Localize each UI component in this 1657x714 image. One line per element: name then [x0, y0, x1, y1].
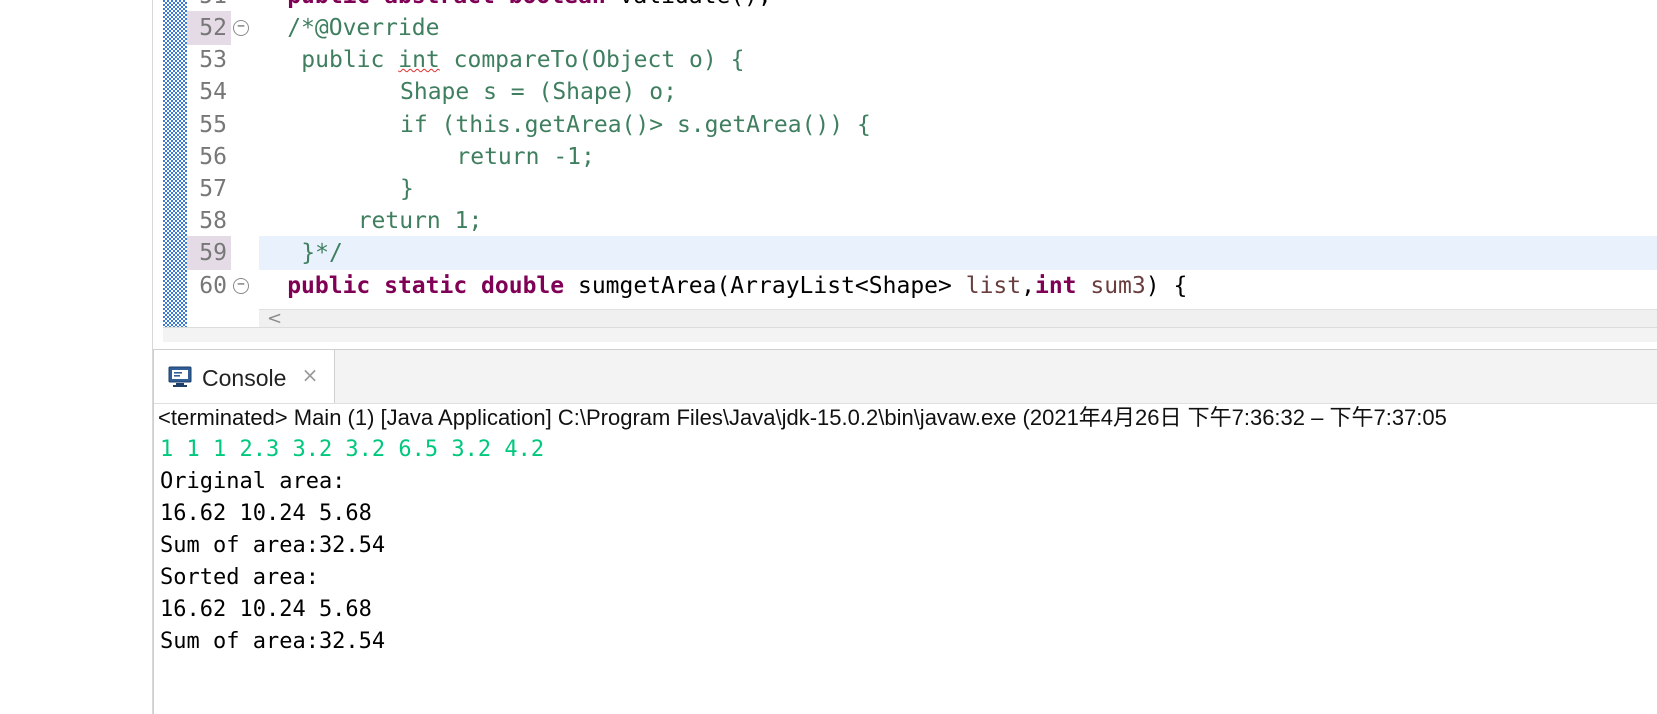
console-icon: [168, 366, 192, 387]
console-tab-bar: Console ×: [154, 350, 1657, 404]
line-number: 53: [199, 47, 227, 74]
code-token: Shape s = (Shape) o;: [400, 79, 677, 106]
code-token: public static double: [287, 272, 578, 299]
code-line[interactable]: if (this.getArea()> s.getArea()) {: [259, 108, 1657, 142]
tab-console[interactable]: Console ×: [154, 350, 335, 403]
code-line[interactable]: return -1;: [259, 140, 1657, 174]
line-number: 58: [199, 208, 227, 235]
code-area[interactable]: public abstract boolean validate(); /*@Ov…: [259, 0, 1657, 327]
console-output-line: Sum of area:32.54: [160, 533, 386, 558]
console-output-line: Sum of area:32.54: [160, 629, 386, 654]
code-token: validate();: [620, 0, 772, 9]
code-token: ,: [1021, 272, 1035, 299]
code-token: if (this.getArea()> s.getArea()) {: [400, 111, 871, 138]
code-text: }*/: [301, 236, 343, 270]
code-line[interactable]: public static double sumgetArea(ArrayLis…: [259, 269, 1657, 303]
line-number: 52: [187, 11, 231, 45]
current-code-line[interactable]: }*/: [259, 236, 1657, 271]
code-token: public abstract boolean: [287, 0, 619, 9]
console-output[interactable]: 1 1 1 2.3 3.2 3.2 6.5 3.2 4.2 Original a…: [160, 434, 1657, 658]
code-text: public static double sumgetArea(ArrayLis…: [287, 269, 1187, 303]
code-token: public: [301, 47, 399, 74]
code-token: }: [400, 176, 414, 202]
console-tab-label: Console: [202, 365, 287, 391]
line-number: 56: [199, 143, 227, 170]
line-number: 59: [187, 236, 231, 271]
left-panel-edge: [0, 0, 153, 714]
collapse-fold-icon[interactable]: −: [233, 277, 249, 294]
code-token: }*/: [301, 240, 343, 267]
code-line[interactable]: Shape s = (Shape) o;: [259, 75, 1657, 109]
code-text: return 1;: [358, 204, 483, 238]
process-status: <terminated> Main (1) [Java Application]…: [158, 405, 1447, 430]
console-output-line: Sorted area:: [160, 565, 319, 590]
code-token: list: [965, 272, 1022, 299]
console-input-line: 1 1 1 2.3 3.2 3.2 6.5 3.2 4.2: [160, 437, 545, 462]
line-number: 54: [199, 79, 227, 106]
line-number: 55: [199, 111, 227, 138]
collapse-fold-icon[interactable]: −: [233, 20, 249, 36]
line-number: 57: [199, 176, 227, 202]
code-token: return 1;: [357, 208, 483, 235]
close-icon[interactable]: ×: [299, 364, 321, 386]
code-text: return -1;: [456, 140, 594, 174]
line-number: 60: [199, 272, 227, 299]
code-text: /*@Override: [287, 11, 439, 45]
code-text: Shape s = (Shape) o;: [400, 75, 677, 109]
code-line[interactable]: }: [259, 172, 1657, 206]
scroll-left-icon[interactable]: <: [267, 310, 282, 328]
code-text: }: [400, 172, 414, 206]
code-line[interactable]: return 1;: [259, 204, 1657, 238]
console-output-line: 16.62 10.24 5.68: [160, 597, 372, 622]
line-number-gutter: 5152−5354555657585960−: [187, 0, 259, 327]
horizontal-scrollbar[interactable]: <: [259, 309, 1657, 327]
console-output-line: 16.62 10.24 5.68: [160, 501, 372, 526]
code-token: ) {: [1145, 272, 1188, 299]
code-text: if (this.getArea()> s.getArea()) {: [400, 108, 871, 142]
console-output-line: Original area:: [160, 469, 346, 494]
code-line[interactable]: /*@Override: [259, 11, 1657, 45]
code-token: /*@Override: [287, 15, 440, 41]
editor-bottom-border: [163, 327, 1657, 342]
code-token: sumgetArea(ArrayList<Shape>: [577, 272, 966, 299]
code-token: int: [1034, 272, 1091, 299]
console-view: Console × <terminated> Main (1) [Java Ap…: [153, 349, 1657, 714]
code-editor[interactable]: 5152−5354555657585960− public abstract b…: [163, 0, 1657, 327]
code-token: sum3: [1090, 272, 1146, 299]
change-ruler: [163, 0, 187, 327]
code-token: compareTo(Object o) {: [439, 47, 745, 74]
code-token: return -1;: [456, 143, 595, 170]
code-text: public int compareTo(Object o) {: [301, 43, 744, 77]
code-line[interactable]: public int compareTo(Object o) {: [259, 43, 1657, 77]
warning-token: int: [398, 47, 440, 74]
